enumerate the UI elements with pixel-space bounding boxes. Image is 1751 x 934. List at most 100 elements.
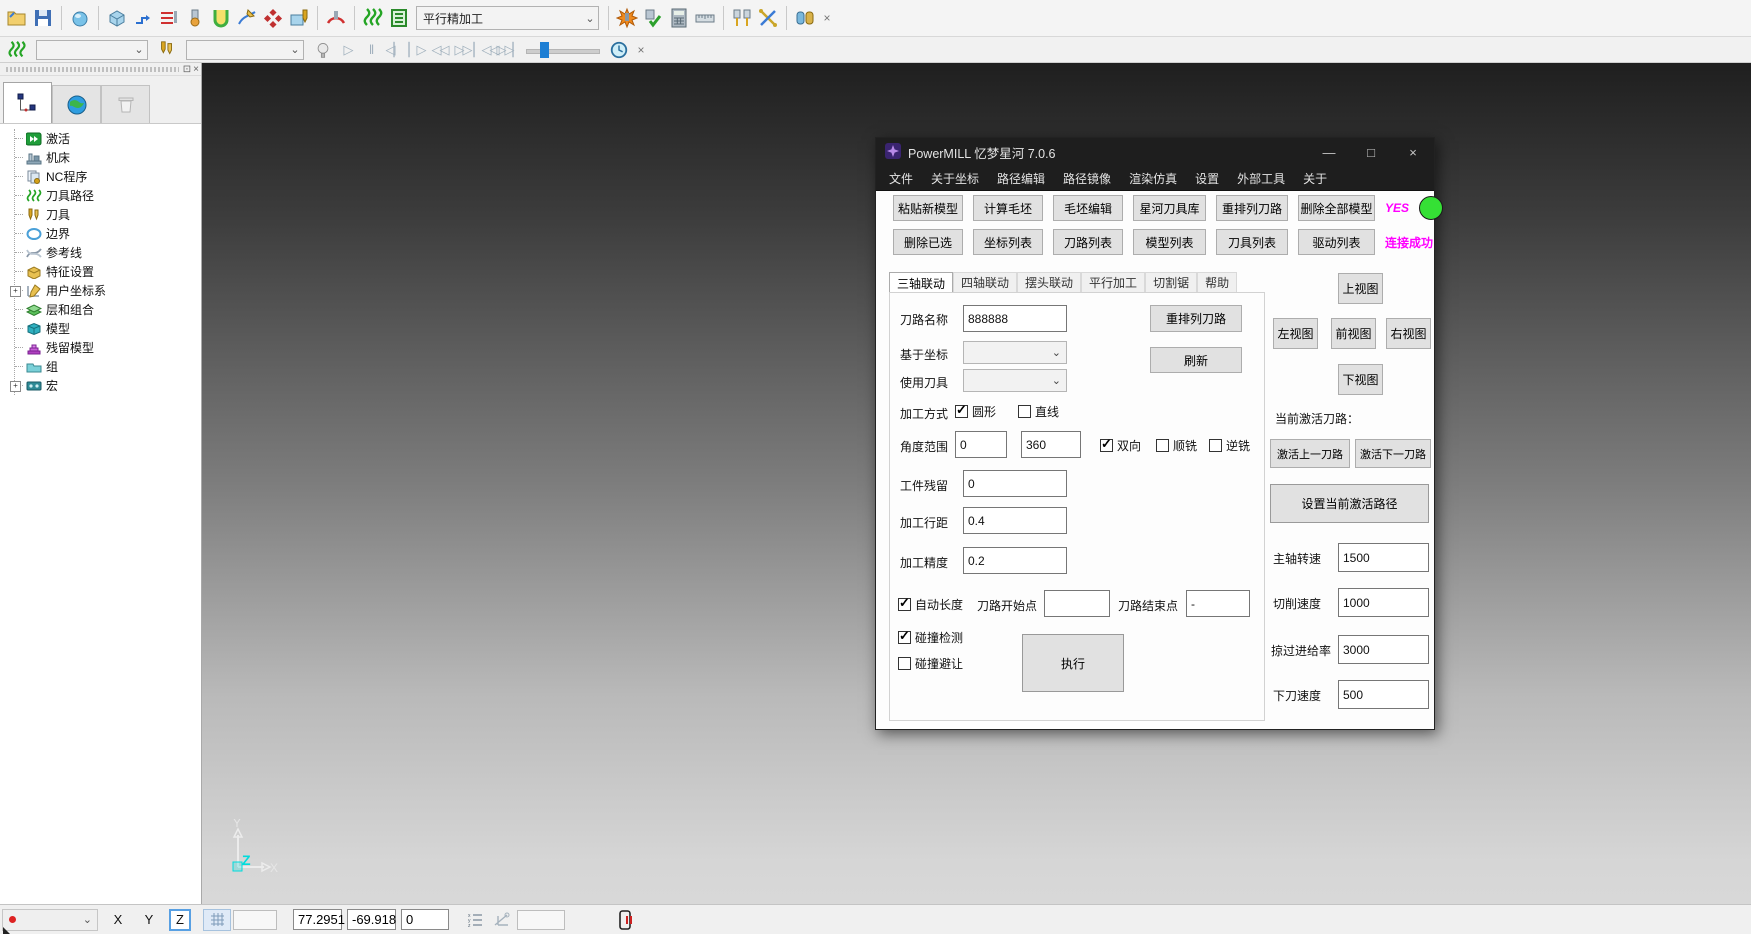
shaded-view-icon[interactable] bbox=[67, 5, 93, 31]
coord-list-icon[interactable]: xyz bbox=[463, 907, 489, 933]
tool-holder-icon[interactable] bbox=[729, 5, 755, 31]
tree-item-toolpaths[interactable]: 刀具路径 bbox=[15, 186, 201, 205]
locate-point-icon[interactable] bbox=[489, 907, 515, 933]
tab-saw[interactable]: 切割锯 bbox=[1145, 272, 1197, 292]
activate-next-toolpath-button[interactable]: 激活下一刀路 bbox=[1355, 439, 1431, 468]
block-edit-button[interactable]: 毛坯编辑 bbox=[1053, 195, 1123, 221]
menu-settings[interactable]: 设置 bbox=[1186, 166, 1228, 190]
menu-about-coords[interactable]: 关于坐标 bbox=[922, 166, 988, 190]
tab-3axis[interactable]: 三轴联动 bbox=[889, 272, 953, 293]
slider-handle[interactable] bbox=[540, 42, 549, 58]
tree-item-levels-sets[interactable]: 层和组合 bbox=[15, 300, 201, 319]
conventional-mill-checkbox[interactable]: 逆铣 bbox=[1209, 437, 1250, 454]
grip-handle[interactable] bbox=[6, 67, 179, 72]
tree-item-groups[interactable]: 组 bbox=[15, 357, 201, 376]
step-forward-icon[interactable]: ▏▷ bbox=[405, 39, 428, 61]
feature-block-icon[interactable] bbox=[286, 5, 312, 31]
drive-list-button[interactable]: 驱动列表 bbox=[1298, 229, 1375, 255]
tree-item-stock-models[interactable]: 残留模型 bbox=[15, 338, 201, 357]
angle-from-input[interactable] bbox=[955, 431, 1007, 458]
spindle-speed-input[interactable] bbox=[1338, 543, 1429, 572]
swap-tools-icon[interactable] bbox=[755, 5, 781, 31]
bidirectional-checkbox[interactable]: 双向 bbox=[1100, 437, 1141, 454]
expander-plus-icon[interactable]: + bbox=[10, 286, 21, 297]
dialog-titlebar[interactable]: PowerMILL 忆梦星河 7.0.6 — □ × bbox=[876, 138, 1434, 166]
u-channel-icon[interactable] bbox=[208, 5, 234, 31]
close-icon[interactable]: × bbox=[1392, 138, 1434, 166]
view-left-button[interactable]: 左视图 bbox=[1273, 318, 1318, 349]
axis-y-button[interactable]: Y bbox=[138, 909, 160, 931]
path-start-input[interactable] bbox=[1044, 590, 1110, 617]
plunge-feed-input[interactable] bbox=[1338, 680, 1429, 709]
verify-tool-icon[interactable] bbox=[640, 5, 666, 31]
clock-icon[interactable] bbox=[606, 37, 632, 63]
stock-allowance-input[interactable] bbox=[963, 470, 1067, 497]
panel-grip[interactable]: ⊡ × bbox=[0, 63, 201, 76]
delete-selected-button[interactable]: 删除已选 bbox=[893, 229, 963, 255]
save-project-icon[interactable] bbox=[30, 5, 56, 31]
circle-mode-checkbox[interactable]: 圆形 bbox=[955, 403, 996, 420]
toolpath-list-button[interactable]: 刀路列表 bbox=[1053, 229, 1123, 255]
use-tool-combo[interactable]: ⌄ bbox=[963, 369, 1067, 392]
tree-item-macros[interactable]: +宏 bbox=[15, 376, 201, 395]
sim-toolbar-close-icon[interactable]: × bbox=[632, 41, 650, 59]
pause-icon[interactable]: ‖ bbox=[359, 39, 382, 61]
simulation-speed-slider[interactable] bbox=[524, 40, 602, 60]
refresh-button[interactable]: 刷新 bbox=[1150, 347, 1242, 373]
tree-item-machine[interactable]: 机床 bbox=[15, 148, 201, 167]
toolbar-close-icon[interactable]: × bbox=[818, 9, 836, 27]
paste-new-model-button[interactable]: 粘贴新模型 bbox=[893, 195, 963, 221]
curve-edit-icon[interactable] bbox=[234, 5, 260, 31]
tool-list-button[interactable]: 刀具列表 bbox=[1216, 229, 1288, 255]
tree-item-feature-sets[interactable]: 特征设置 bbox=[15, 262, 201, 281]
menu-external-tools[interactable]: 外部工具 bbox=[1228, 166, 1294, 190]
tool-library-button[interactable]: 星河刀具库 bbox=[1133, 195, 1206, 221]
maximize-icon[interactable]: □ bbox=[1350, 138, 1392, 166]
marker-combo[interactable]: ⌄ bbox=[2, 909, 98, 931]
based-coord-combo[interactable]: ⌄ bbox=[963, 341, 1067, 364]
tree-item-boundaries[interactable]: 边界 bbox=[15, 224, 201, 243]
tab-help[interactable]: 帮助 bbox=[1197, 272, 1237, 292]
tree-item-tools[interactable]: 刀具 bbox=[15, 205, 201, 224]
minimize-icon[interactable]: — bbox=[1308, 138, 1350, 166]
execute-button[interactable]: 执行 bbox=[1022, 634, 1124, 692]
highlight-bulb-icon[interactable] bbox=[310, 37, 336, 63]
model-list-button[interactable]: 模型列表 bbox=[1133, 229, 1206, 255]
measure-field[interactable] bbox=[517, 910, 565, 930]
calc-block-button[interactable]: 计算毛坯 bbox=[973, 195, 1043, 221]
view-bottom-button[interactable]: 下视图 bbox=[1338, 364, 1383, 395]
toolpath-list-icon[interactable] bbox=[386, 5, 412, 31]
tab-explorer-globe[interactable] bbox=[52, 85, 101, 123]
collision-avoid-checkbox[interactable]: 碰撞避让 bbox=[898, 655, 963, 672]
ruler-icon[interactable] bbox=[692, 5, 718, 31]
machining-strategy-combo[interactable]: 平行精加工 ⌄ bbox=[416, 6, 599, 30]
rapid-feed-input[interactable] bbox=[1338, 635, 1429, 664]
z-levels-icon[interactable] bbox=[156, 5, 182, 31]
tolerance-input[interactable] bbox=[963, 547, 1067, 574]
tree-item-models[interactable]: 模型 bbox=[15, 319, 201, 338]
angle-to-input[interactable] bbox=[1021, 431, 1081, 458]
cutting-feed-input[interactable] bbox=[1338, 588, 1429, 617]
pause-phone-icon[interactable] bbox=[613, 907, 639, 933]
climb-mill-checkbox[interactable]: 顺铣 bbox=[1156, 437, 1197, 454]
menu-about[interactable]: 关于 bbox=[1294, 166, 1336, 190]
activate-prev-toolpath-button[interactable]: 激活上一刀路 bbox=[1270, 439, 1350, 468]
rearrange-button[interactable]: 重排列刀路 bbox=[1150, 305, 1242, 332]
sim-tool-combo[interactable]: ⌄ bbox=[186, 40, 304, 60]
view-top-button[interactable]: 上视图 bbox=[1338, 273, 1383, 304]
panel-float-icon[interactable]: ⊡ bbox=[183, 64, 191, 75]
tree-item-workplanes[interactable]: +用户坐标系 bbox=[15, 281, 201, 300]
rearrange-toolpaths-button[interactable]: 重排列刀路 bbox=[1216, 195, 1288, 221]
leads-links-icon[interactable] bbox=[323, 5, 349, 31]
tab-4axis[interactable]: 四轴联动 bbox=[953, 272, 1017, 292]
toolpath-strategy-icon[interactable] bbox=[130, 5, 156, 31]
tab-explorer-tree[interactable] bbox=[3, 82, 52, 123]
go-to-start-icon[interactable]: ▏◁◁ bbox=[474, 39, 497, 61]
axis-x-button[interactable]: X bbox=[107, 909, 129, 931]
grid-size-field[interactable] bbox=[233, 910, 277, 930]
coord-list-button[interactable]: 坐标列表 bbox=[973, 229, 1043, 255]
delete-all-models-button[interactable]: 删除全部模型 bbox=[1298, 195, 1375, 221]
toolpath-name-input[interactable] bbox=[963, 305, 1067, 332]
play-icon[interactable]: ▷ bbox=[336, 39, 359, 61]
go-to-end-icon[interactable]: ▷▷▏ bbox=[497, 39, 520, 61]
